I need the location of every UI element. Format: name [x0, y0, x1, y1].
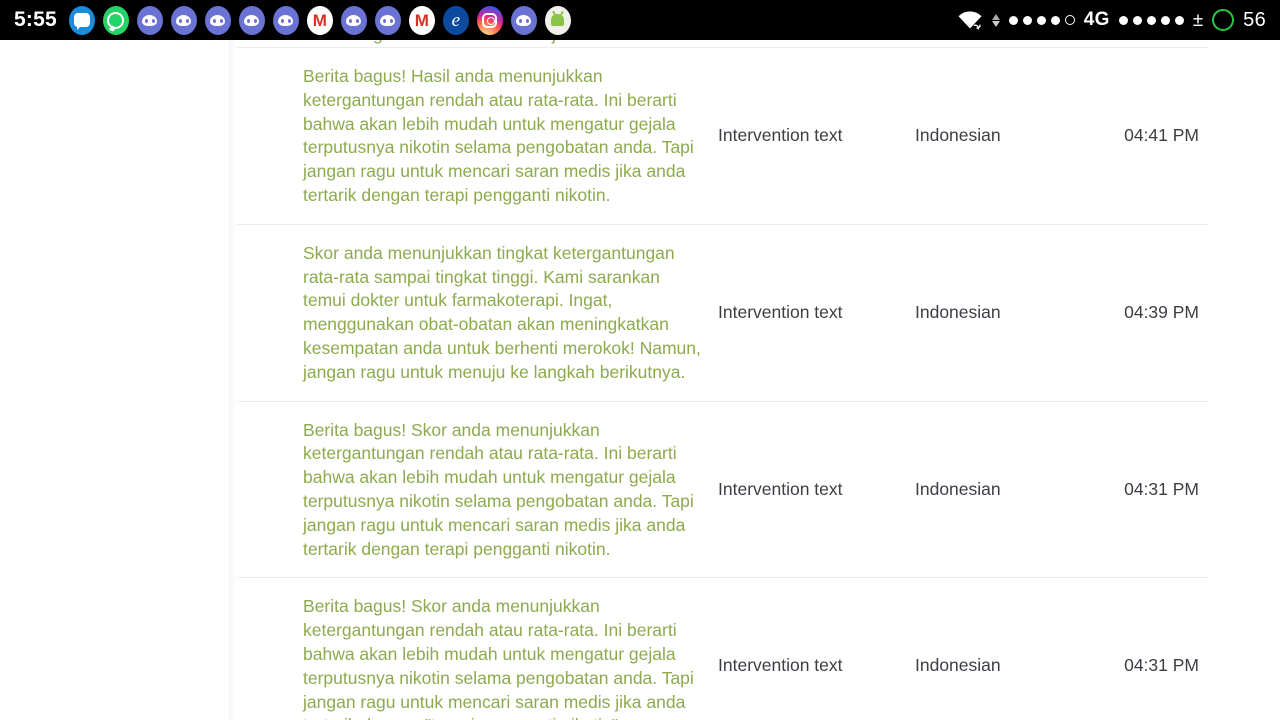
data-transfer-arrows-icon	[991, 13, 1000, 27]
language-cell: Indonesian	[915, 301, 1001, 322]
browser-icon[interactable]: e	[442, 5, 469, 35]
status-bar-clock: 5:55	[14, 8, 57, 31]
discord-icon-6[interactable]	[340, 5, 367, 35]
type-cell: Intervention text	[718, 655, 843, 676]
sidebar-panel[interactable]	[0, 40, 229, 720]
language-cell: Indonesian	[915, 478, 1001, 499]
type-cell: Intervention text	[718, 301, 843, 322]
table-row[interactable]: Berita bagus! Skor anda menunjukkan kete…	[237, 400, 1208, 578]
message-cell: Berita bagus! Hasil anda menunjukkan ket…	[303, 66, 694, 205]
sidebar-divider	[229, 40, 237, 720]
discord-icon-5[interactable]	[272, 5, 299, 35]
cellular-strength-dots	[1118, 15, 1184, 25]
table-row[interactable]: Skor anda menunjukkan tingkat ketergantu…	[237, 223, 1208, 401]
wifi-icon	[957, 9, 983, 31]
discord-icon-2[interactable]	[170, 5, 197, 35]
gmail-icon-1[interactable]: M	[306, 5, 333, 35]
table-row-partial-top[interactable]: Berita bagus! Hasil anda menunjukkan ket…	[237, 40, 1208, 47]
time-cell: 04:41 PM	[1124, 124, 1199, 145]
battery-level-label: 56	[1243, 8, 1266, 31]
plus-minus-icon: ±	[1192, 9, 1204, 31]
messenger-icon[interactable]	[68, 5, 95, 35]
type-cell: Intervention text	[718, 478, 843, 499]
discord-icon-3[interactable]	[204, 5, 231, 35]
message-log-table: Berita bagus! Hasil anda menunjukkan ket…	[237, 40, 1208, 720]
battery-ring-icon	[1212, 9, 1235, 31]
message-cell: Berita bagus! Hasil anda menunjukkan ket…	[237, 40, 713, 47]
language-cell: Indonesian	[915, 655, 1001, 676]
message-cell: Skor anda menunjukkan tingkat ketergantu…	[303, 242, 701, 382]
time-cell: 04:31 PM	[1124, 655, 1199, 676]
main-content-scroll-area[interactable]: Berita bagus! Hasil anda menunjukkan ket…	[237, 40, 1280, 720]
discord-icon-7[interactable]	[374, 5, 401, 35]
time-cell: 04:31 PM	[1124, 478, 1199, 499]
network-type-label: 4G	[1083, 9, 1110, 30]
message-cell: Berita bagus! Skor anda menunjukkan kete…	[303, 596, 694, 720]
whatsapp-icon[interactable]	[102, 5, 129, 35]
discord-icon-1[interactable]	[136, 5, 163, 35]
android-status-bar: 5:55 M M e 4G ± 56	[0, 0, 1280, 40]
table-row[interactable]: Berita bagus! Hasil anda menunjukkan ket…	[237, 47, 1208, 224]
language-cell: Indonesian	[915, 124, 1001, 145]
notification-icon-tray[interactable]: M M e	[68, 5, 571, 35]
time-cell: 04:39 PM	[1124, 301, 1199, 322]
status-bar-indicators: 4G ± 56	[957, 9, 1266, 32]
table-row[interactable]: Berita bagus! Skor anda menunjukkan kete…	[237, 577, 1208, 720]
wifi-strength-dots	[1008, 15, 1075, 25]
message-cell: Berita bagus! Skor anda menunjukkan kete…	[303, 419, 694, 559]
discord-icon-4[interactable]	[238, 5, 265, 35]
android-icon[interactable]	[544, 5, 571, 35]
discord-icon-8[interactable]	[510, 5, 537, 35]
instagram-icon[interactable]	[476, 5, 503, 35]
gmail-icon-2[interactable]: M	[408, 5, 435, 35]
type-cell: Intervention text	[718, 124, 843, 145]
page-body: Berita bagus! Hasil anda menunjukkan ket…	[0, 40, 1280, 720]
